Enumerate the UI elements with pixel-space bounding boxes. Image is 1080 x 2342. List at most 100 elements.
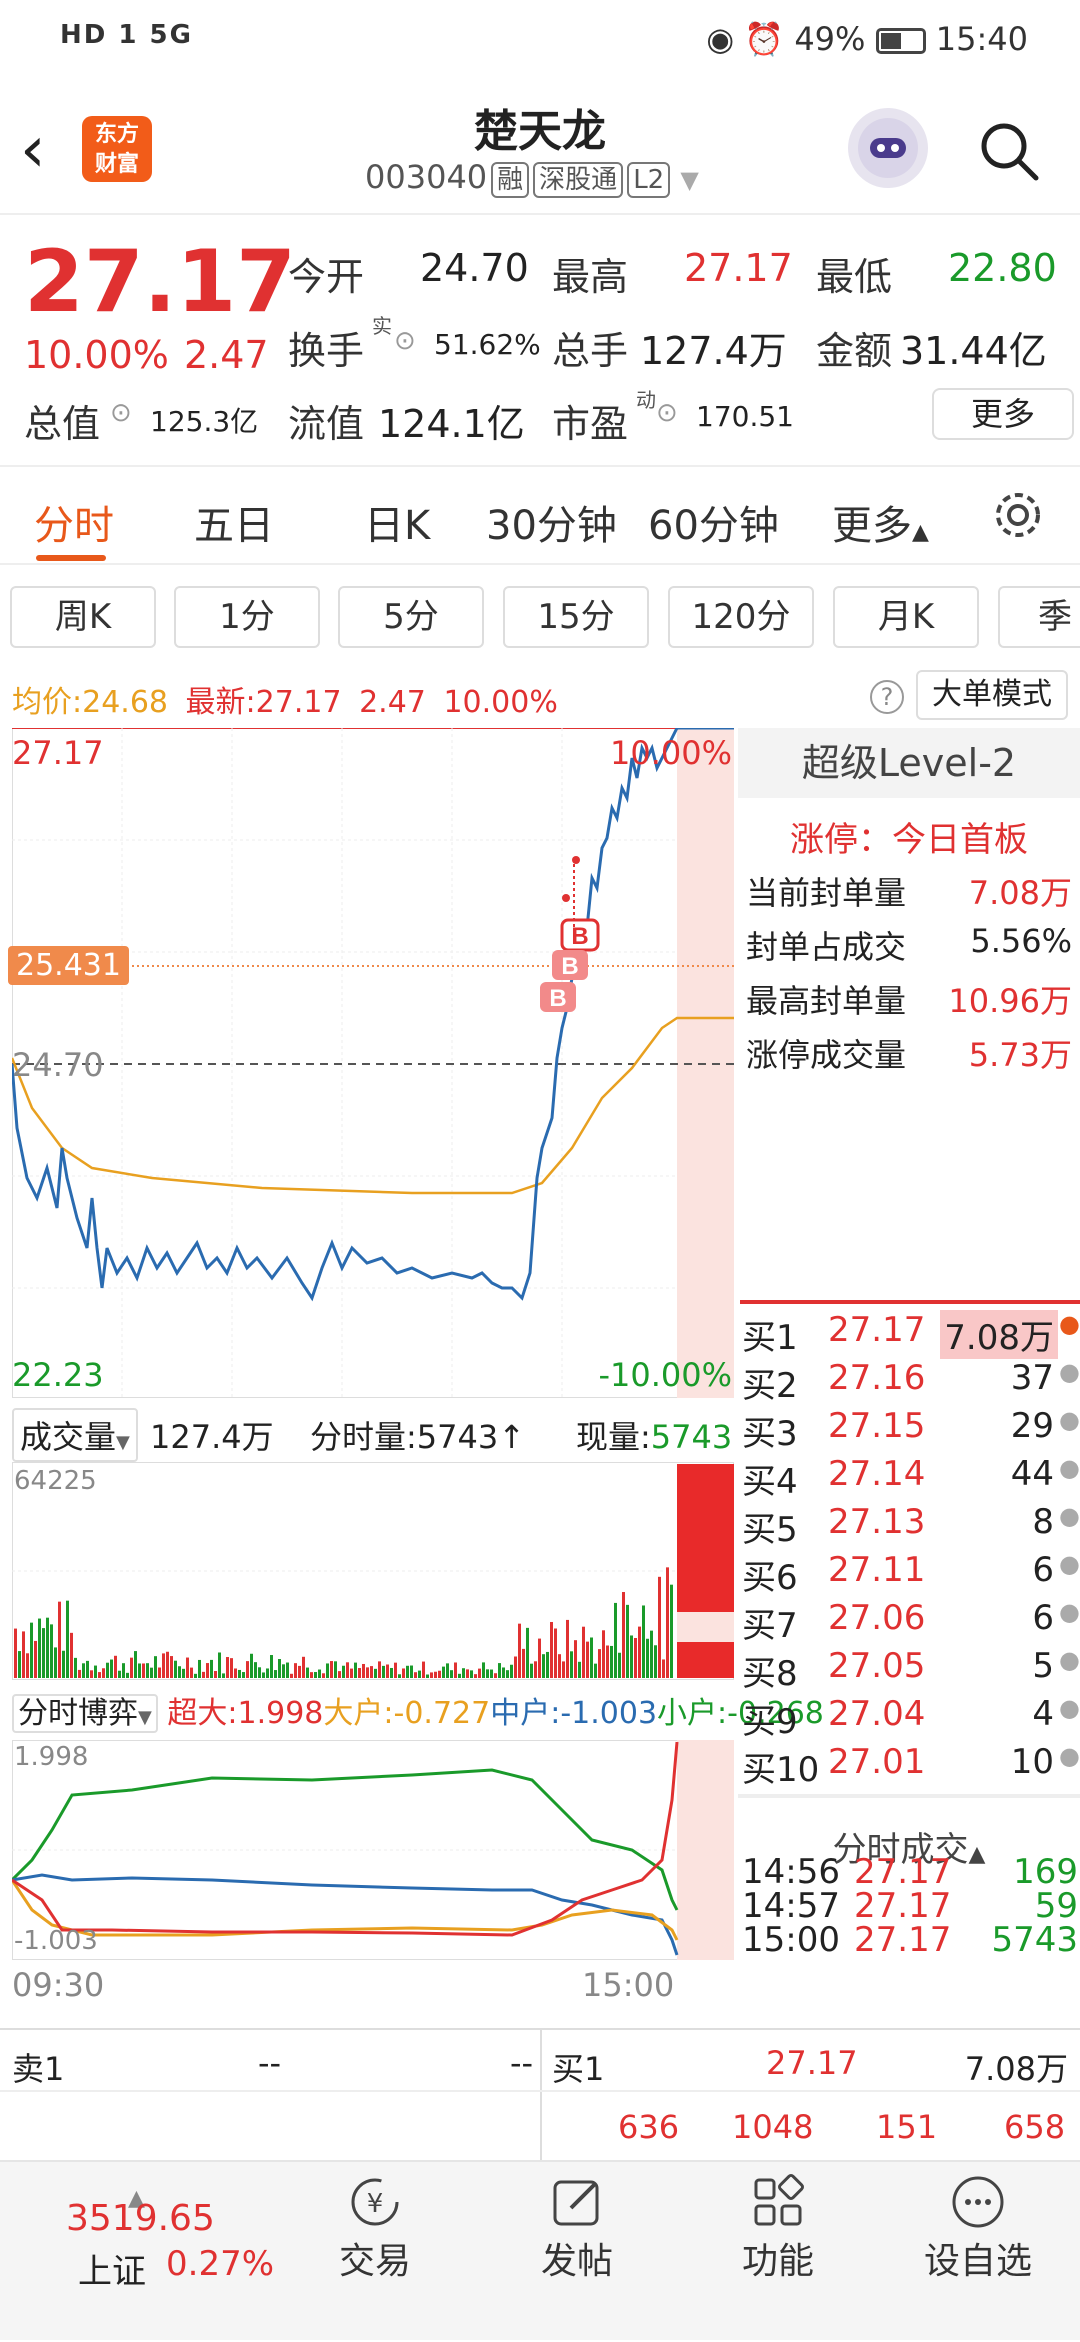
tag-l2: L2	[627, 162, 671, 198]
info-dots-icon[interactable]: ⊙	[394, 326, 416, 356]
info-dots-icon[interactable]: ⊙	[656, 398, 678, 428]
row2-cell: 636	[618, 2108, 680, 2146]
info-dots-icon[interactable]: ⊙	[110, 398, 132, 428]
more-button[interactable]: 更多	[932, 388, 1074, 440]
pe-value: 170.51	[696, 400, 794, 433]
volume-bar	[402, 1668, 405, 1678]
seal-volume: 7.08万	[968, 874, 1072, 912]
high-value: 27.17	[684, 246, 793, 290]
price-chart-svg: B B B	[10, 726, 735, 1399]
order-table: 卖1 -- -- 买1 27.17 7.08万 636 1048 151 658	[0, 2028, 1080, 2170]
volume-bar	[358, 1668, 361, 1678]
volume-bar	[266, 1668, 269, 1678]
volume-bar	[322, 1673, 325, 1678]
nav-trade[interactable]: ¥ 交易	[305, 2162, 445, 2342]
dot-icon: ●	[1059, 1694, 1080, 1722]
stock-code-row[interactable]: 003040 融深股通 L2 ▼	[365, 158, 699, 198]
volume-bar	[530, 1663, 533, 1678]
period-1min[interactable]: 1分	[174, 586, 320, 648]
level2-title[interactable]: 超级Level-2	[738, 728, 1080, 798]
volume-bar	[166, 1651, 169, 1678]
period-month[interactable]: 月K	[833, 586, 979, 648]
nav-post[interactable]: 发帖	[507, 2162, 647, 2342]
volume-value: 127.4万	[640, 329, 787, 373]
period-120min[interactable]: 120分	[668, 586, 814, 648]
help-icon[interactable]: ?	[870, 680, 904, 714]
bid-volume: 44	[1010, 1454, 1054, 1494]
volume-bar	[490, 1669, 493, 1678]
index-pct: 0.27%	[166, 2244, 275, 2284]
separator	[738, 1794, 1080, 1798]
volume-max: 64225	[14, 1466, 97, 1496]
svg-text:B: B	[549, 985, 566, 1012]
period-5min[interactable]: 5分	[338, 586, 484, 648]
volume-bar	[110, 1659, 113, 1678]
tab-5day[interactable]: 五日	[194, 493, 274, 551]
bid-row[interactable]: 买6 27.11 6 ●	[742, 1550, 1080, 1598]
nav-watchlist[interactable]: 设自选	[908, 2162, 1048, 2342]
volume-bar	[662, 1659, 665, 1678]
tab-daily[interactable]: 日K	[364, 493, 430, 551]
volume-bar	[542, 1654, 545, 1678]
period-15min[interactable]: 15分	[503, 586, 649, 648]
volume-bar	[394, 1662, 397, 1678]
volume-bar	[486, 1669, 489, 1678]
bid-row[interactable]: 买9 27.04 4 ●	[742, 1694, 1080, 1742]
tab-intraday[interactable]: 分时	[34, 493, 114, 551]
period-quarter[interactable]: 季	[998, 586, 1080, 648]
open-label: 今开	[288, 255, 365, 299]
volume-bar	[330, 1661, 333, 1678]
status-bar: HD 1 5G ◉ ⏰ 49% 15:40	[0, 0, 1080, 80]
bid-row[interactable]: 买4 27.14 44 ●	[742, 1454, 1080, 1502]
amount-label: 金额	[816, 329, 893, 373]
volume-bar	[270, 1655, 273, 1678]
bid-row[interactable]: 买7 27.06 6 ●	[742, 1598, 1080, 1646]
bid-level: 买8	[742, 1654, 798, 1694]
bid-row[interactable]: 买3 27.15 29 ●	[742, 1406, 1080, 1454]
volume-bar	[446, 1663, 449, 1678]
settings-gear-icon[interactable]	[990, 487, 1046, 547]
volume-bar	[194, 1673, 197, 1678]
volume-bar	[198, 1659, 201, 1678]
volume-chart[interactable]: 64225	[11, 1461, 735, 1681]
bid-row[interactable]: 买2 27.16 37 ●	[742, 1358, 1080, 1406]
volume-bar	[162, 1653, 165, 1678]
turnover-sup: 实	[372, 314, 392, 338]
volume-bar	[46, 1617, 49, 1678]
bopai-dropdown[interactable]: 分时博弈▼	[12, 1694, 158, 1733]
edit-pencil-icon	[549, 2174, 605, 2230]
bid-row[interactable]: 买5 27.13 8 ●	[742, 1502, 1080, 1550]
tab-more[interactable]: 更多▲	[832, 493, 929, 551]
volume-bar	[206, 1663, 209, 1678]
pe-sup: 动	[636, 388, 656, 412]
bid-price: 27.11	[828, 1550, 926, 1590]
volume-bar	[102, 1668, 105, 1678]
turnover-value: 51.62%	[434, 328, 541, 361]
bopai-chart[interactable]: 1.998 -1.003	[10, 1739, 735, 1961]
pe-label: 市盈	[552, 402, 629, 446]
bid-row[interactable]: 买1 27.17 7.08万 ●	[742, 1310, 1080, 1359]
tab-60min[interactable]: 60分钟	[648, 493, 779, 551]
volume-bar	[18, 1651, 21, 1678]
volume-bar	[274, 1670, 277, 1678]
volume-bar	[350, 1668, 353, 1678]
latest-change: 2.47	[359, 685, 426, 720]
volume-bar	[582, 1626, 585, 1678]
big-order-mode-button[interactable]: 大单模式	[916, 670, 1068, 720]
volume-bar	[146, 1663, 149, 1678]
bid-row[interactable]: 买10 27.01 10 ●	[742, 1742, 1080, 1790]
search-icon[interactable]	[978, 120, 1040, 182]
period-week[interactable]: 周K	[10, 586, 156, 648]
intraday-chart[interactable]: B B B 27.17 10.00% 25.431 24.70 22.23 -1…	[8, 726, 735, 1399]
eye-icon: ◉	[706, 20, 735, 58]
volume-dropdown[interactable]: 成交量▼	[12, 1408, 138, 1462]
volume-bar	[470, 1670, 473, 1678]
volume-bar	[390, 1667, 393, 1678]
bid-row[interactable]: 买8 27.05 5 ●	[742, 1646, 1080, 1694]
amount-value: 31.44亿	[900, 329, 1047, 373]
nav-function[interactable]: 功能	[708, 2162, 848, 2342]
volume-bar	[190, 1667, 193, 1678]
robot-avatar[interactable]	[848, 108, 928, 188]
volume-bar	[614, 1602, 617, 1678]
tab-30min[interactable]: 30分钟	[486, 493, 617, 551]
